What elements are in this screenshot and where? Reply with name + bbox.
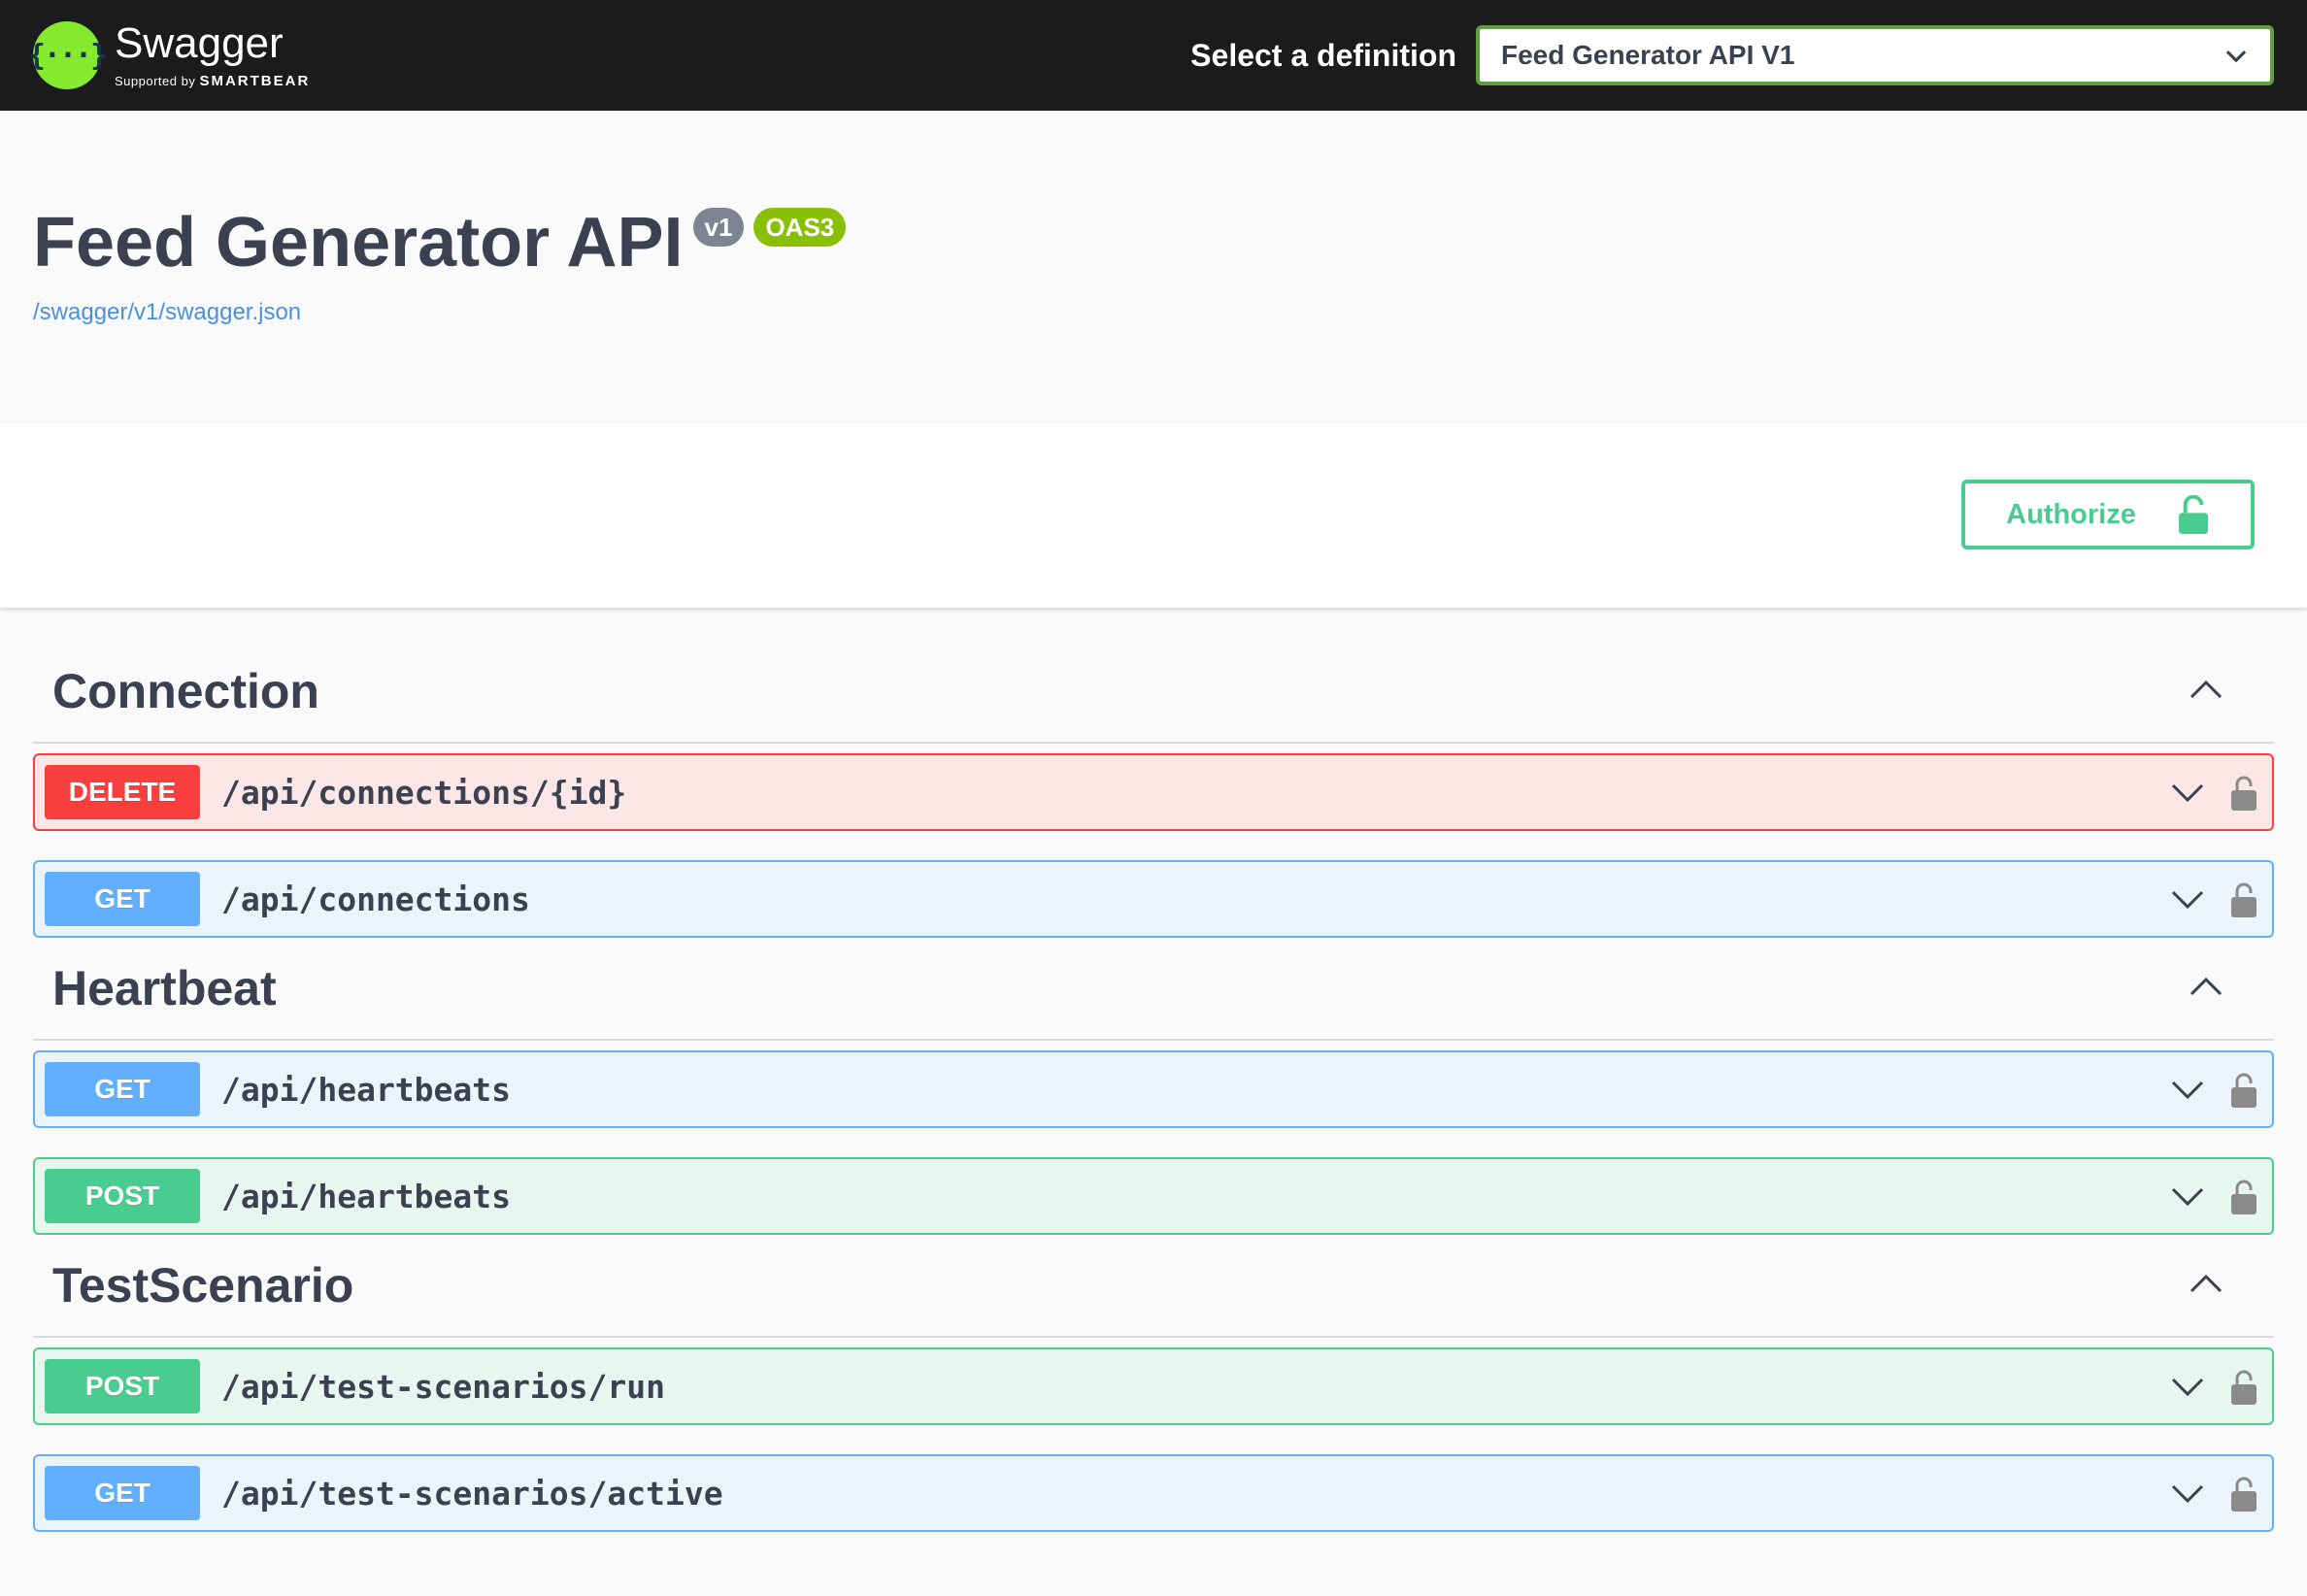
operation-path: /api/test-scenarios/run [221,1367,665,1406]
chevron-down-icon[interactable] [2169,881,2206,917]
logo-glyph: {···} [27,38,108,73]
operation-icons [2169,1475,2262,1512]
swagger-logo-icon: {···} [28,21,108,89]
operation-path: /api/connections [221,880,530,918]
lock-icon[interactable] [2229,1178,2258,1214]
chevron-down-icon[interactable] [2169,1071,2206,1108]
definition-select[interactable]: Feed Generator API V1 [1476,25,2274,85]
chevron-down-icon[interactable] [2169,1368,2206,1405]
lock-icon[interactable] [2229,1475,2258,1512]
section-title: TestScenario [52,1258,354,1313]
operation-row[interactable]: DELETE/api/connections/{id} [33,753,2274,831]
brand-text: Swagger Supported by SMARTBEAR [115,18,310,89]
title-row: Feed Generator API v1 OAS3 [33,204,847,282]
section-header-testscenario[interactable]: TestScenario [33,1235,2274,1338]
operation-icons [2169,1071,2262,1108]
brand-name: Swagger [115,18,284,67]
operation-row[interactable]: GET/api/test-scenarios/active [33,1454,2274,1532]
chevron-up-icon[interactable] [2187,969,2225,1008]
lock-icon[interactable] [2229,774,2258,811]
oas-badge: OAS3 [753,208,847,247]
brand[interactable]: {···} Swagger Supported by SMARTBEAR [28,18,310,89]
lock-icon[interactable] [2229,1071,2258,1108]
method-badge: DELETE [45,765,200,819]
section-operations: POST/api/test-scenarios/run GET/api/test-… [33,1347,2274,1532]
chevron-down-icon[interactable] [2169,774,2206,811]
api-info: Feed Generator API v1 OAS3 /swagger/v1/s… [33,204,847,326]
unlock-icon [2178,495,2208,534]
chevron-down-icon[interactable] [2169,1475,2206,1512]
section-title: Heartbeat [52,961,277,1015]
topbar: {···} Swagger Supported by SMARTBEAR Sel… [0,0,2307,111]
brand-subtitle: Supported by SMARTBEAR [115,73,310,89]
definition-selected-value: Feed Generator API V1 [1501,40,1795,70]
chevron-up-icon[interactable] [2187,672,2225,711]
operation-row[interactable]: GET/api/connections [33,860,2274,938]
method-badge: POST [45,1169,200,1223]
brand-sub-prefix: Supported by [115,73,196,88]
chevron-down-icon [2225,50,2247,63]
section-header-heartbeat[interactable]: Heartbeat [33,938,2274,1041]
section-header-connection[interactable]: Connection [33,641,2274,744]
operation-row[interactable]: POST/api/heartbeats [33,1157,2274,1235]
operations-list: Connection DELETE/api/connections/{id} GET… [33,641,2274,1532]
chevron-down-icon[interactable] [2169,1178,2206,1214]
section-operations: GET/api/heartbeats POST/api/heartbeats [33,1050,2274,1235]
spec-link[interactable]: /swagger/v1/swagger.json [33,299,846,326]
section-operations: DELETE/api/connections/{id} GET/api/conne… [33,753,2274,938]
operation-icons [2169,774,2262,811]
operation-icons [2169,881,2262,917]
method-badge: GET [45,1466,200,1520]
lock-icon[interactable] [2229,1368,2258,1405]
operation-path: /api/connections/{id} [221,773,627,812]
definition-label: Select a definition [1190,37,1456,73]
operation-row[interactable]: POST/api/test-scenarios/run [33,1347,2274,1425]
method-badge: GET [45,872,200,926]
version-badge: v1 [692,208,745,247]
operation-path: /api/test-scenarios/active [221,1474,723,1513]
section-title: Connection [52,664,319,718]
operation-icons [2169,1368,2262,1405]
page-title: Feed Generator API [33,204,684,282]
scheme-container: Authorize [0,423,2307,608]
operation-icons [2169,1178,2262,1214]
brand-sub-name: SMARTBEAR [199,72,311,89]
operation-path: /api/heartbeats [221,1070,512,1109]
method-badge: POST [45,1359,200,1413]
authorize-label: Authorize [2006,498,2136,530]
operation-row[interactable]: GET/api/heartbeats [33,1050,2274,1128]
method-badge: GET [45,1062,200,1116]
chevron-up-icon[interactable] [2187,1266,2225,1305]
definition-selector: Select a definition Feed Generator API V… [1190,25,2274,85]
operation-path: /api/heartbeats [221,1177,512,1215]
authorize-button[interactable]: Authorize [1961,480,2255,549]
lock-icon[interactable] [2229,881,2258,917]
